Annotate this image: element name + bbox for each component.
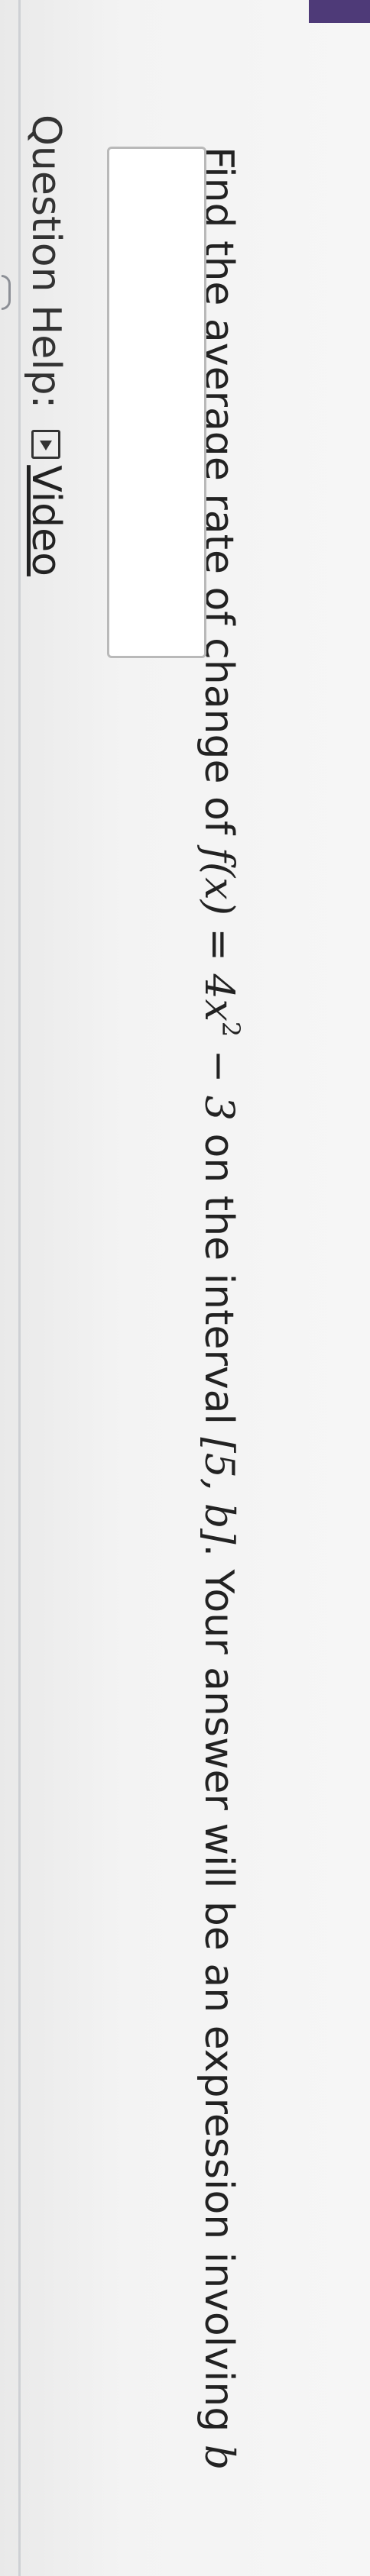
function-coefficient: 4x <box>196 973 242 1022</box>
answer-input[interactable] <box>107 147 206 658</box>
function-lhs: f(x) <box>196 847 242 915</box>
video-link-label: Video <box>23 465 69 576</box>
play-video-icon <box>31 430 60 460</box>
variable-b: b <box>196 2444 242 2471</box>
function-constant: − 3 <box>196 1037 242 1121</box>
interval-notation: [5, b] <box>196 1437 242 1545</box>
question-help-label: Question Help: <box>23 115 69 409</box>
function-exponent: 2 <box>216 1021 245 1038</box>
on-interval-text: on the interval <box>196 1121 242 1438</box>
instruction-text: . Your answer will be an expression invo… <box>196 1544 242 2445</box>
photo-stage: Find the average rate of change of f(x) … <box>0 0 370 2576</box>
video-help-link[interactable]: Video <box>21 430 70 576</box>
question-help-row: Question Help: Video <box>21 115 70 576</box>
equals-sign: = <box>196 915 242 974</box>
question-panel: Find the average rate of change of f(x) … <box>0 0 370 2576</box>
